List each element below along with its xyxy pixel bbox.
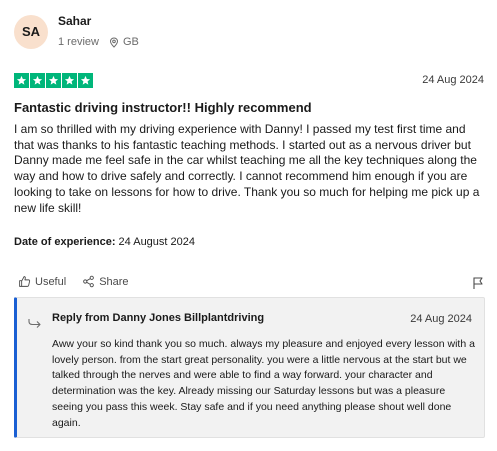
review-count: 1 review (58, 36, 99, 48)
star-rating (14, 73, 94, 88)
reviewer-country: GB (122, 36, 139, 48)
company-reply: Reply from Danny Jones Billplantdriving … (14, 297, 485, 438)
reply-date: 24 Aug 2024 (410, 313, 472, 325)
review-date: 24 Aug 2024 (422, 74, 484, 86)
date-of-experience: Date of experience: 24 August 2024 (14, 236, 195, 248)
location-pin-icon (109, 37, 119, 48)
reviewer-info: Sahar 1 review GB (58, 14, 139, 49)
reviewer-meta: 1 review GB (58, 36, 139, 49)
experience-label: Date of experience: (14, 236, 116, 248)
star-icon (78, 73, 93, 88)
thumbs-up-icon (19, 276, 31, 287)
experience-date: 24 August 2024 (118, 236, 196, 248)
reviewer-header: SA Sahar 1 review GB (14, 14, 139, 49)
review-title[interactable]: Fantastic driving instructor!! Highly re… (14, 100, 312, 115)
review-text: I am so thrilled with my driving experie… (14, 122, 480, 215)
share-label: Share (99, 275, 129, 288)
avatar[interactable]: SA (14, 14, 48, 49)
reviewer-name[interactable]: Sahar (58, 14, 139, 29)
useful-button[interactable]: Useful (18, 275, 66, 288)
star-icon (14, 73, 29, 88)
useful-label: Useful (35, 275, 67, 288)
reply-arrow-icon (28, 315, 42, 333)
reply-text: Aww your so kind thank you so much. alwa… (52, 338, 475, 429)
reply-heading: Reply from Danny Jones Billplantdriving (52, 312, 265, 324)
star-icon (46, 73, 61, 88)
star-icon (62, 73, 77, 88)
star-icon (30, 73, 45, 88)
share-icon (83, 275, 95, 288)
share-button[interactable]: Share (82, 275, 129, 288)
flag-icon[interactable] (472, 276, 484, 295)
review-actions: Useful Share (18, 275, 129, 288)
